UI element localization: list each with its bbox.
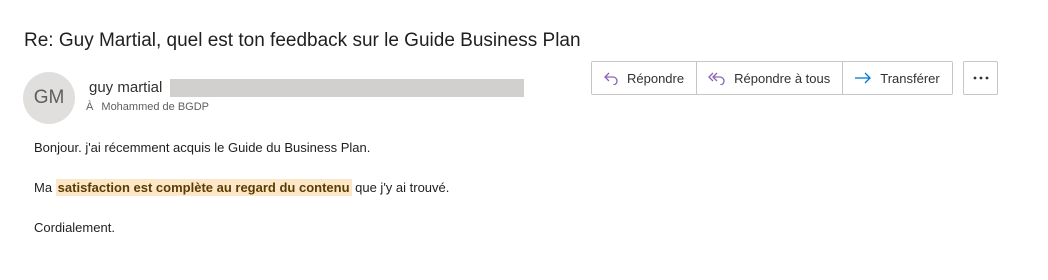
reply-button[interactable]: Répondre [592,62,697,94]
reply-actions-group: Répondre Répondre à tous Transférer [591,61,953,95]
email-subject: Re: Guy Martial, quel est ton feedback s… [24,30,581,51]
more-options-icon [973,76,988,80]
forward-label: Transférer [880,70,940,86]
reply-all-button[interactable]: Répondre à tous [696,62,843,94]
reply-icon [604,72,618,85]
forward-button[interactable]: Transférer [842,62,952,94]
body-text-suffix: que j'y ai trouvé. [351,180,450,195]
more-options-button[interactable] [963,61,998,95]
email-body: Bonjour. j'ai récemment acquis le Guide … [34,138,449,238]
reply-label: Répondre [627,70,685,86]
body-text-prefix: Ma [34,180,56,195]
forward-icon [855,72,872,84]
email-reading-pane: Re: Guy Martial, quel est ton feedback s… [0,0,1048,280]
reply-all-icon [708,72,725,85]
body-line-feedback: Ma satisfaction est complète au regard d… [34,178,449,198]
to-label: À [86,101,94,113]
highlighted-text: satisfaction est complète au regard du c… [55,179,352,196]
sender-name[interactable]: guy martial [89,79,162,96]
recipients-line: À Mohammed de BGDP [86,101,209,113]
recipient-name[interactable]: Mohammed de BGDP [101,101,209,113]
redacted-sender-email [170,79,524,97]
avatar-initials: GM [33,87,65,108]
body-line-signoff: Cordialement. [34,220,115,235]
reply-all-label: Répondre à tous [734,70,831,86]
body-line-greeting: Bonjour. j'ai récemment acquis le Guide … [34,140,371,155]
avatar[interactable]: GM [23,72,75,124]
